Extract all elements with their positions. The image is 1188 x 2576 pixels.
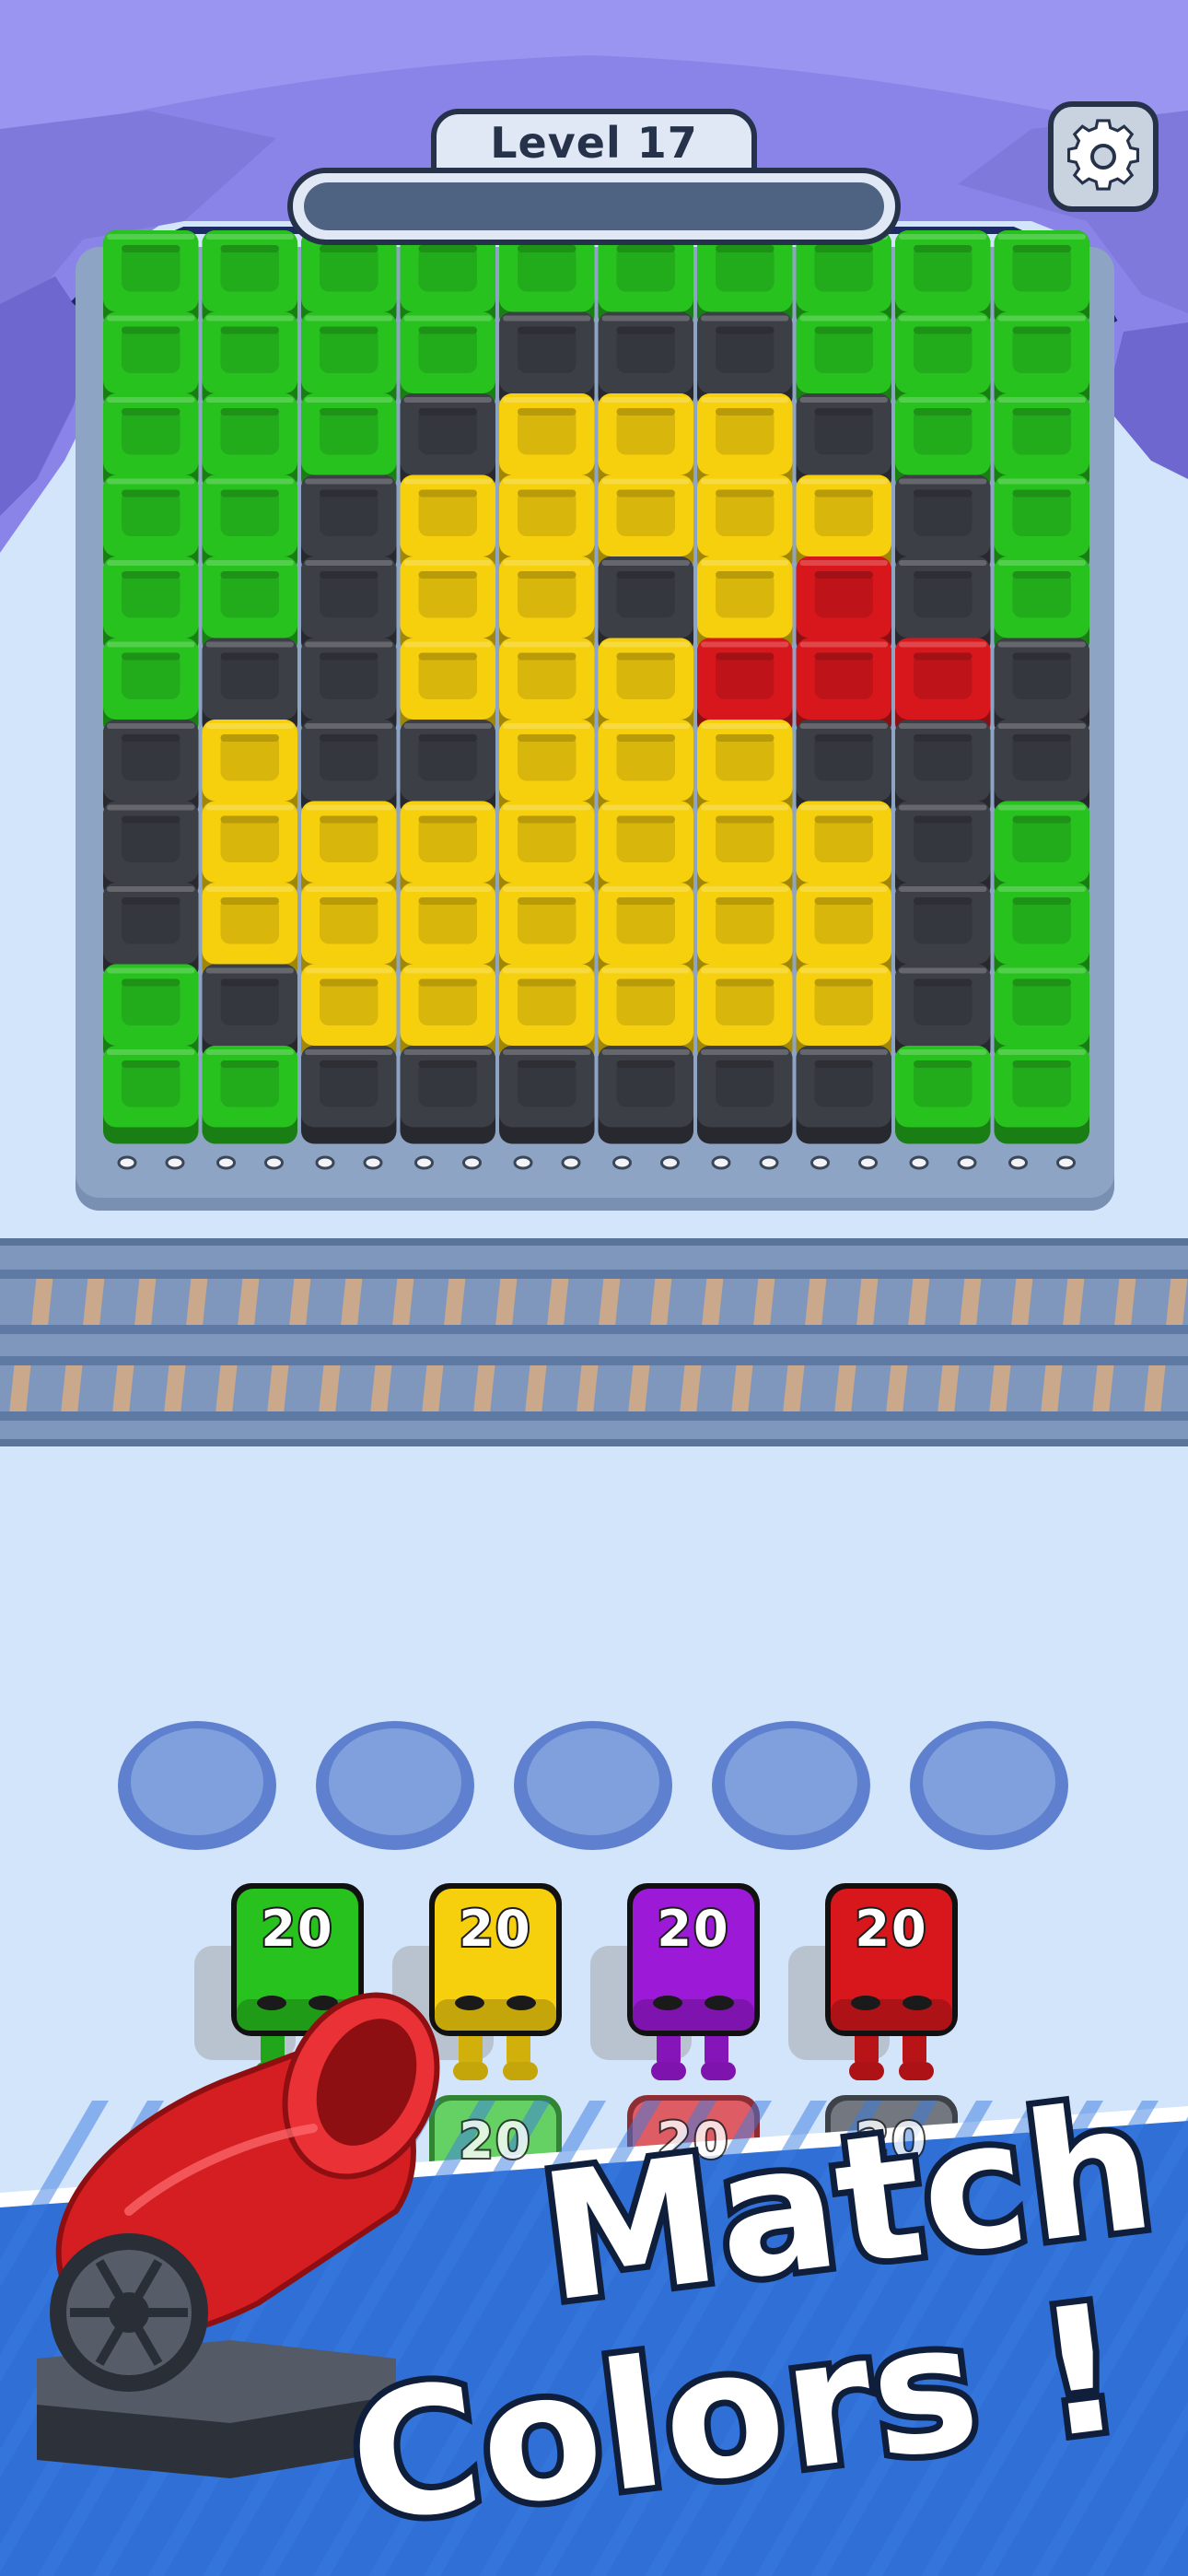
board-peg	[414, 1155, 434, 1170]
board-peg	[957, 1155, 977, 1170]
board-peg	[711, 1155, 731, 1170]
shooter-eye	[705, 1996, 734, 2010]
shooter-eye	[507, 1996, 536, 2010]
board-peg	[660, 1155, 680, 1170]
board-peg	[117, 1155, 137, 1170]
board-peg	[513, 1155, 533, 1170]
block-cell	[598, 1046, 693, 1144]
progress-track	[304, 182, 884, 230]
shooter-eye	[653, 1996, 682, 2010]
board-peg	[264, 1155, 284, 1170]
board-peg	[462, 1155, 482, 1170]
shooter-eye	[257, 1996, 286, 2010]
level-title: Level 17	[490, 118, 698, 168]
board-peg	[216, 1155, 236, 1170]
holding-slot-1[interactable]	[118, 1721, 276, 1850]
shooter-eye	[851, 1996, 880, 2010]
board-peg	[612, 1155, 632, 1170]
board-peg	[1008, 1155, 1028, 1170]
gear-icon	[1067, 119, 1139, 191]
shooter-count: 20	[259, 1898, 334, 1960]
conveyor-track	[0, 1238, 1188, 1446]
board-peg	[909, 1155, 929, 1170]
board-peg	[1056, 1155, 1076, 1170]
block-cell	[697, 1046, 793, 1144]
cannon-wheel	[50, 2233, 208, 2392]
block-cell	[499, 1046, 595, 1144]
board-peg	[165, 1155, 185, 1170]
holding-slot-2[interactable]	[316, 1721, 474, 1850]
block-cell	[796, 1046, 891, 1144]
board-peg	[363, 1155, 383, 1170]
holding-slot-4[interactable]	[712, 1721, 870, 1850]
shooter-eye	[903, 1996, 932, 2010]
holding-slot-5[interactable]	[910, 1721, 1068, 1850]
shooter-count: 20	[655, 1898, 730, 1960]
block-cell	[202, 1046, 297, 1144]
block-cell	[994, 1046, 1089, 1144]
board-peg	[561, 1155, 581, 1170]
shooter-count: 20	[457, 1898, 532, 1960]
settings-button[interactable]	[1048, 101, 1159, 212]
block-cell	[301, 1046, 397, 1144]
shooter-eye	[455, 1996, 484, 2010]
board-peg	[315, 1155, 335, 1170]
block-cell	[400, 1046, 495, 1144]
board-peg	[810, 1155, 830, 1170]
board-peg	[858, 1155, 878, 1170]
block-cell	[895, 1046, 991, 1144]
block-cell	[103, 1046, 199, 1144]
holding-slot-3[interactable]	[514, 1721, 672, 1850]
board-peg	[759, 1155, 779, 1170]
shooter-count: 20	[853, 1898, 928, 1960]
